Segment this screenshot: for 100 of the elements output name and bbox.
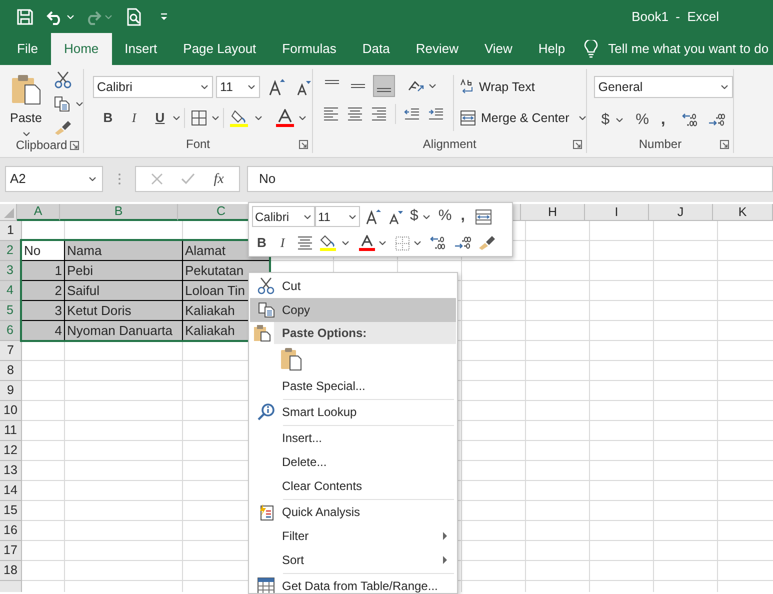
row-header[interactable]: 8 [0,361,22,381]
format-painter-icon[interactable] [478,235,496,251]
table-cell[interactable] [526,321,590,341]
increase-decimal-icon[interactable] [707,112,726,128]
row-header[interactable]: 4 [0,281,22,301]
menu-item[interactable]: Delete... [250,450,456,474]
menu-item[interactable]: Sort [250,548,456,572]
row-header[interactable]: 15 [0,501,22,521]
table-cell[interactable] [526,481,590,501]
table-cell[interactable] [654,441,718,461]
table-cell[interactable] [590,381,654,401]
table-cell[interactable]: Nyoman Danuarta [65,321,183,341]
table-cell[interactable] [22,541,65,561]
caret-icon[interactable] [414,241,421,245]
fill-color-icon[interactable] [230,109,250,127]
increase-font-size-icon[interactable] [268,78,286,96]
table-cell[interactable] [22,361,65,381]
caret-icon[interactable] [579,116,586,120]
italic-button[interactable]: I [280,233,285,253]
decrease-decimal-icon[interactable] [681,112,700,128]
currency-button[interactable]: $ [601,108,610,132]
table-cell[interactable] [22,561,65,581]
caret-icon[interactable] [721,85,728,89]
dialog-launcher-icon[interactable] [299,140,308,149]
table-cell[interactable] [526,301,590,321]
table-cell[interactable] [526,221,590,241]
table-cell[interactable] [462,401,526,421]
column-header[interactable]: K [713,204,773,221]
align-center-icon[interactable] [347,106,363,122]
ribbon-tab[interactable]: View [471,33,526,65]
table-cell[interactable] [654,541,718,561]
table-cell[interactable] [462,541,526,561]
table-cell[interactable] [590,261,654,281]
table-cell[interactable] [590,501,654,521]
decrease-indent-icon[interactable] [404,106,420,122]
table-cell[interactable] [65,401,183,421]
row-header[interactable]: 5 [0,301,22,321]
table-cell[interactable] [654,361,718,381]
table-cell[interactable] [65,361,183,381]
table-cell[interactable] [654,341,718,361]
decrease-font-size-icon[interactable] [389,208,403,224]
table-cell[interactable] [590,301,654,321]
row-header[interactable]: 13 [0,461,22,481]
table-cell[interactable] [654,301,718,321]
column-header[interactable]: I [585,204,649,221]
table-cell[interactable] [590,361,654,381]
table-cell[interactable] [654,421,718,441]
ribbon-tab[interactable]: File [4,33,51,65]
table-cell[interactable] [526,461,590,481]
table-cell[interactable] [526,381,590,401]
row-header[interactable]: 11 [0,421,22,441]
percent-button[interactable]: % [636,108,649,132]
column-header[interactable]: B [60,204,178,221]
table-cell[interactable] [526,261,590,281]
table-cell[interactable]: 1 [22,261,65,281]
increase-font-size-icon[interactable] [366,208,382,224]
table-cell[interactable] [462,521,526,541]
menu-item[interactable]: Insert... [250,426,456,450]
table-cell[interactable] [462,501,526,521]
table-cell[interactable] [526,241,590,261]
caret-icon[interactable] [342,241,349,245]
table-cell[interactable] [22,381,65,401]
table-cell[interactable] [654,321,718,341]
table-cell[interactable] [590,461,654,481]
table-cell[interactable] [654,381,718,401]
percent-button[interactable]: % [438,205,452,228]
save-icon[interactable] [16,8,34,26]
table-cell[interactable]: 3 [22,301,65,321]
bold-button[interactable]: B [97,108,119,128]
align-left-icon[interactable] [323,106,339,122]
format-painter-icon[interactable] [54,119,72,135]
row-header[interactable]: 6 [0,321,22,341]
table-cell[interactable] [654,281,718,301]
caret-icon[interactable] [212,116,219,120]
lightbulb-icon[interactable] [584,40,598,58]
table-cell[interactable] [65,521,183,541]
row-header[interactable]: 9 [0,381,22,401]
table-cell[interactable] [654,481,718,501]
table-cell[interactable] [462,461,526,481]
column-header[interactable]: H [521,204,585,221]
table-cell[interactable] [526,541,590,561]
number-format-dropdown[interactable]: General [594,76,734,98]
table-cell[interactable] [654,521,718,541]
wrap-text-button[interactable]: Wrap Text [460,77,586,97]
table-cell[interactable] [65,501,183,521]
table-cell[interactable] [462,301,526,321]
dialog-launcher-icon[interactable] [720,140,730,149]
table-cell[interactable] [654,261,718,281]
caret-icon[interactable] [248,85,255,89]
italic-button[interactable]: I [123,108,145,128]
dialog-launcher-icon[interactable] [70,141,79,150]
table-cell[interactable] [22,421,65,441]
table-cell[interactable] [462,481,526,501]
table-cell[interactable]: Nama [65,241,183,261]
table-cell[interactable] [462,381,526,401]
copy-icon[interactable] [54,96,70,112]
caret-icon[interactable] [173,116,180,120]
table-cell[interactable] [590,521,654,541]
table-cell[interactable] [526,341,590,361]
comma-button[interactable]: , [660,108,666,132]
